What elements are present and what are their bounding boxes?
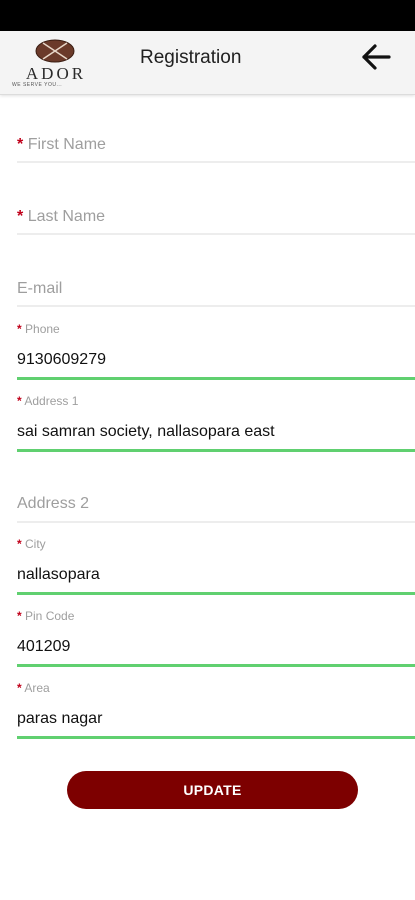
area-label: Area — [24, 681, 50, 695]
address2-placeholder: Address 2 — [17, 495, 90, 512]
required-marker: * — [17, 394, 22, 408]
logo-wordmark: ADOR — [25, 64, 87, 83]
required-marker: * — [17, 609, 22, 623]
address1-underline — [17, 449, 415, 452]
required-marker: * — [17, 537, 22, 551]
phone-underline — [17, 377, 415, 380]
required-marker: * — [17, 208, 24, 225]
last-name-underline — [17, 233, 415, 235]
address1-value: sai samran society, nallasopara east — [17, 423, 275, 440]
last-name-placeholder: Last Name — [27, 208, 106, 225]
address2-field[interactable]: Address 2 — [17, 485, 415, 525]
app-bar: ADOR WE SERVE YOU... Registration — [0, 31, 415, 95]
email-field[interactable]: E-mail — [17, 270, 415, 310]
phone-value: 9130609279 — [17, 351, 106, 368]
phone-field[interactable]: * Phone 9130609279 — [17, 322, 415, 382]
page-title: Registration — [140, 47, 242, 68]
required-marker: * — [17, 322, 22, 336]
status-bar — [0, 0, 415, 31]
area-field[interactable]: * Area paras nagar — [17, 681, 415, 741]
address2-underline — [17, 521, 415, 523]
pincode-value: 401209 — [17, 638, 71, 655]
pincode-field[interactable]: * Pin Code 401209 — [17, 609, 415, 669]
logo-tagline: WE SERVE YOU... — [12, 82, 63, 88]
ador-logo: ADOR WE SERVE YOU... — [8, 37, 104, 89]
back-button[interactable] — [356, 39, 396, 79]
city-label: City — [25, 537, 46, 551]
pincode-label: Pin Code — [25, 609, 75, 623]
city-value: nallasopara — [17, 566, 100, 583]
area-underline — [17, 736, 415, 739]
required-marker: * — [17, 136, 24, 153]
required-marker: * — [17, 681, 22, 695]
city-field[interactable]: * City nallasopara — [17, 537, 415, 597]
email-placeholder: E-mail — [17, 280, 63, 297]
area-value: paras nagar — [17, 710, 103, 727]
address1-field[interactable]: * Address 1 sai samran society, nallasop… — [17, 394, 415, 454]
last-name-field[interactable]: * Last Name — [17, 198, 415, 238]
first-name-underline — [17, 161, 415, 163]
pincode-underline — [17, 664, 415, 667]
phone-label: Phone — [25, 322, 60, 336]
update-button[interactable]: UPDATE — [67, 771, 358, 809]
email-underline — [17, 305, 415, 307]
address1-label: Address 1 — [24, 394, 79, 408]
city-underline — [17, 592, 415, 595]
first-name-field[interactable]: * First Name — [17, 126, 415, 166]
first-name-placeholder: First Name — [27, 136, 106, 153]
arrow-left-icon — [362, 44, 391, 70]
